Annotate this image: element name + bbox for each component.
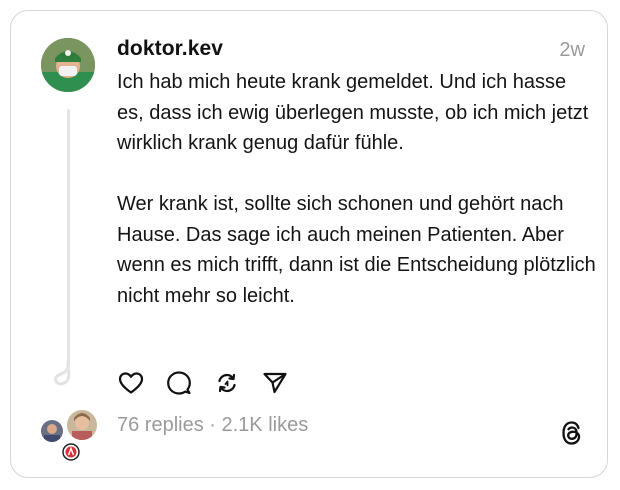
replier-avatar[interactable] <box>65 408 99 442</box>
repost-icon <box>218 373 236 393</box>
replier-avatar[interactable] <box>60 441 82 463</box>
action-bar <box>117 369 309 397</box>
comment-icon <box>167 371 191 395</box>
heart-icon <box>118 372 144 394</box>
post-timestamp[interactable]: 2w <box>559 39 585 62</box>
post-paragraph: Wer krank ist, sollte sich schonen und g… <box>117 193 596 307</box>
replier-avatar[interactable] <box>39 418 65 444</box>
share-button[interactable] <box>261 369 289 397</box>
author-username[interactable]: doktor.kev <box>117 37 223 61</box>
replier-avatar-image <box>62 443 80 461</box>
post-paragraph: Ich hab mich heute krank gemeldet. Und i… <box>117 71 589 154</box>
author-avatar-image <box>41 38 95 92</box>
post-card[interactable]: doktor.kev 2w Ich hab mich heute krank g… <box>10 10 608 478</box>
replier-avatar-image <box>41 420 63 442</box>
threads-logo-icon[interactable] <box>559 419 585 447</box>
post-stats[interactable]: 76 replies · 2.1K likes <box>117 414 308 437</box>
send-icon <box>263 372 287 394</box>
post-body: Ich hab mich heute krank gemeldet. Und i… <box>117 67 597 311</box>
like-button[interactable] <box>117 369 145 397</box>
repost-button[interactable] <box>213 369 241 397</box>
thread-loop-icon <box>54 361 71 386</box>
reply-button[interactable] <box>165 369 193 397</box>
author-avatar[interactable] <box>41 38 95 92</box>
replier-avatar-image <box>67 410 97 440</box>
thread-line <box>67 109 70 367</box>
